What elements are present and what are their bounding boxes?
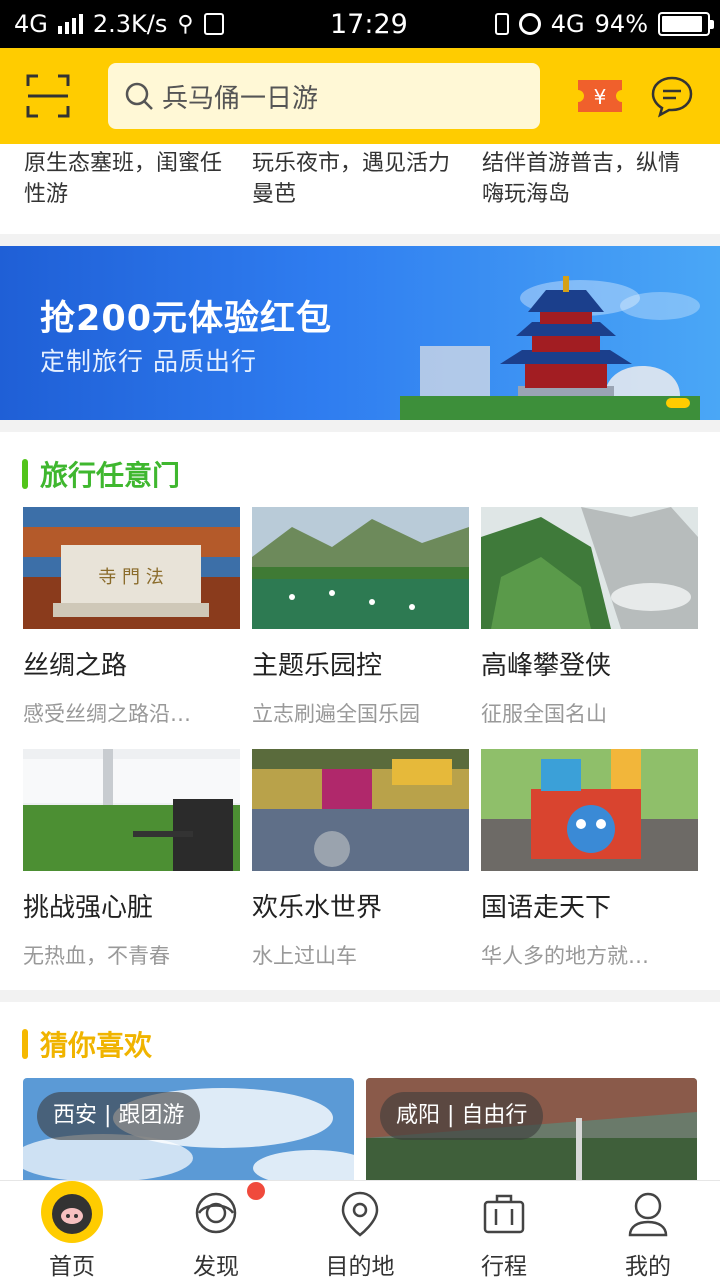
recommend-tag: 咸阳 | 自由行: [380, 1092, 544, 1140]
bottom-tab-bar: 首页 发现 目的地 行程 我的: [0, 1180, 720, 1280]
suitcase-icon: [483, 1194, 525, 1234]
card-name: 丝绸之路: [23, 651, 128, 681]
card-name: 主题乐园控: [252, 651, 383, 681]
card-name: 欢乐水世界: [252, 893, 383, 923]
tab-itinerary[interactable]: 行程: [432, 1181, 576, 1280]
status-bar: 4G 2.3K/s ⚲ 17:29 4G 94%: [0, 0, 720, 48]
clock: 17:29: [330, 9, 408, 40]
banner-title: 抢200元体验红包: [40, 299, 333, 339]
network-speed: 2.3K/s: [92, 10, 168, 38]
alarm-icon: [518, 13, 541, 35]
card-image: [23, 749, 240, 871]
card-desc: 无热血，不青春: [23, 944, 170, 968]
temple-of-heaven-illustration: [400, 276, 700, 420]
promo-banner[interactable]: 抢200元体验红包 定制旅行 品质出行: [0, 246, 720, 420]
tab-label: 我的: [625, 1254, 671, 1280]
card-desc: 感受丝绸之路沿…: [23, 702, 191, 726]
notification-dot: [247, 1182, 265, 1200]
svg-text:寺 門 法: 寺 門 法: [98, 567, 163, 588]
recommend-section: 猜你喜欢 西安 | 跟团游 咸阳 | 自由行: [0, 1002, 720, 1182]
top-header: 兵马俑一日游 ¥: [0, 48, 720, 144]
tab-profile[interactable]: 我的: [576, 1181, 720, 1280]
card-image: [481, 749, 698, 871]
travel-section: 旅行任意门 寺 門 法 丝绸之路 感受丝绸之路沿… 主题乐园控 立志刷遍全国乐园…: [0, 432, 720, 990]
carousel-indicator: [666, 398, 690, 408]
travel-card[interactable]: 寺 門 法 丝绸之路 感受丝绸之路沿…: [23, 507, 240, 728]
network-type: 4G: [14, 10, 48, 38]
tab-destination[interactable]: 目的地: [288, 1181, 432, 1280]
section-accent-bar: [22, 1029, 28, 1059]
message-icon[interactable]: [650, 74, 694, 118]
location-pin-icon: [341, 1191, 379, 1237]
card-image: [481, 507, 698, 629]
pig-logo-icon: [41, 1181, 103, 1243]
travel-card[interactable]: 高峰攀登侠 征服全国名山: [481, 507, 698, 728]
tab-label: 目的地: [325, 1254, 395, 1280]
card-desc: 华人多的地方就…: [481, 944, 649, 968]
card-desc: 征服全国名山: [481, 702, 607, 726]
tab-label: 行程: [481, 1254, 527, 1280]
card-desc: 水上过山车: [252, 944, 357, 968]
promo-strip-item[interactable]: 玩乐夜市，遇见活力曼芭: [252, 148, 462, 210]
app-notification-icon: [203, 13, 224, 35]
scan-icon[interactable]: [26, 74, 70, 118]
user-icon: [628, 1192, 668, 1237]
promo-strip-item[interactable]: 结伴首游普吉，纵情嗨玩海岛: [482, 148, 692, 210]
card-image: [252, 507, 469, 629]
card-name: 高峰攀登侠: [481, 651, 612, 681]
signal-icon: [57, 14, 83, 34]
card-image: 寺 門 法: [23, 507, 240, 629]
card-name: 国语走天下: [481, 893, 612, 923]
search-placeholder: 兵马俑一日游: [162, 83, 319, 114]
tab-discover[interactable]: 发现: [144, 1181, 288, 1280]
section-title: 猜你喜欢: [40, 1029, 153, 1062]
network-type-2: 4G: [550, 10, 585, 38]
eye-icon: [195, 1192, 237, 1234]
battery-percent: 94%: [594, 10, 648, 38]
section-accent-bar: [22, 459, 28, 489]
card-desc: 立志刷遍全国乐园: [252, 702, 420, 726]
vibrate-icon: [494, 13, 509, 35]
section-title: 旅行任意门: [40, 459, 181, 492]
section-header: 猜你喜欢: [22, 1024, 152, 1064]
promo-strip: 原生态塞班，闺蜜任性游 玩乐夜市，遇见活力曼芭 结伴首游普吉，纵情嗨玩海岛: [0, 144, 720, 234]
banner-subtitle: 定制旅行 品质出行: [40, 347, 257, 376]
travel-card[interactable]: 主题乐园控 立志刷遍全国乐园: [252, 507, 469, 728]
recommend-card[interactable]: 西安 | 跟团游: [23, 1078, 354, 1182]
status-right: 4G 94%: [494, 10, 714, 38]
recommend-card[interactable]: 咸阳 | 自由行: [366, 1078, 697, 1182]
coupon-icon[interactable]: ¥: [576, 76, 624, 116]
tab-label: 首页: [49, 1254, 95, 1280]
battery-icon: [658, 12, 714, 36]
usb-icon: ⚲: [177, 11, 194, 37]
tab-home[interactable]: 首页: [0, 1181, 144, 1280]
search-icon: [125, 82, 153, 110]
travel-card[interactable]: 国语走天下 华人多的地方就…: [481, 749, 698, 970]
travel-card[interactable]: 欢乐水世界 水上过山车: [252, 749, 469, 970]
svg-text:¥: ¥: [594, 85, 607, 109]
card-image: [252, 749, 469, 871]
travel-card[interactable]: 挑战强心脏 无热血，不青春: [23, 749, 240, 970]
section-header: 旅行任意门: [22, 454, 180, 494]
promo-strip-item[interactable]: 原生态塞班，闺蜜任性游: [24, 148, 234, 210]
search-input[interactable]: 兵马俑一日游: [108, 63, 540, 129]
tab-label: 发现: [193, 1254, 239, 1280]
status-left: 4G 2.3K/s ⚲: [14, 10, 224, 38]
recommend-tag: 西安 | 跟团游: [37, 1092, 201, 1140]
card-name: 挑战强心脏: [23, 893, 154, 923]
